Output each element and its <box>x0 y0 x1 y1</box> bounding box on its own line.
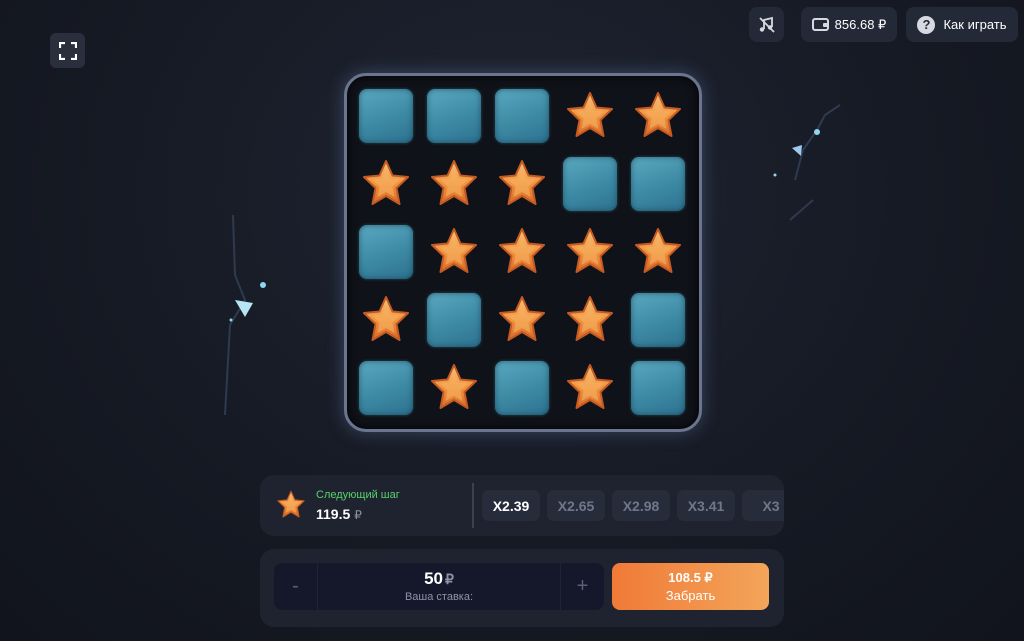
bet-currency: ₽ <box>445 571 454 587</box>
bet-panel: - 50 ₽ Ваша ставка: + 108.5 ₽ Забрать <box>260 549 784 627</box>
bet-input[interactable]: - 50 ₽ Ваша ставка: + <box>274 563 604 610</box>
star-icon <box>567 364 613 409</box>
star-icon <box>567 228 613 273</box>
fullscreen-icon <box>58 41 77 60</box>
cell-star <box>427 361 481 415</box>
how-to-play-label: Как играть <box>943 17 1007 32</box>
cell-closed[interactable] <box>563 157 617 211</box>
cell-star <box>495 293 549 347</box>
cell-star <box>563 89 617 143</box>
cell-star <box>631 89 685 143</box>
question-icon: ? <box>917 15 936 34</box>
star-icon <box>499 160 545 205</box>
next-step-amount: 119.5 <box>316 506 351 522</box>
multiplier-step: X3.41 <box>677 490 735 521</box>
cell-closed[interactable] <box>359 361 413 415</box>
bet-increase-button[interactable]: + <box>560 563 604 610</box>
cell-closed[interactable] <box>631 361 685 415</box>
next-step-value: 119.5 ₽ <box>316 506 362 522</box>
multiplier-step: X3 <box>742 490 784 521</box>
divider <box>472 483 474 528</box>
star-icon <box>277 490 305 518</box>
next-step-currency: ₽ <box>354 508 362 522</box>
star-icon <box>431 160 477 205</box>
balance-display[interactable]: 856.68 ₽ <box>801 7 897 42</box>
cashout-button[interactable]: 108.5 ₽ Забрать <box>612 563 769 610</box>
cell-star <box>631 225 685 279</box>
cell-star <box>495 225 549 279</box>
star-icon <box>635 228 681 273</box>
star-icon <box>431 228 477 273</box>
cell-closed[interactable] <box>495 89 549 143</box>
bet-amount: 50 ₽ <box>274 569 604 589</box>
star-icon <box>499 228 545 273</box>
star-icon <box>363 160 409 205</box>
cell-closed[interactable] <box>631 157 685 211</box>
cashout-label: Забрать <box>665 588 716 603</box>
how-to-play-button[interactable]: ? Как играть <box>906 7 1018 42</box>
cell-star <box>563 225 617 279</box>
multiplier-step: X2.98 <box>612 490 670 521</box>
cell-star <box>359 293 413 347</box>
fullscreen-button[interactable] <box>50 33 85 68</box>
sound-off-icon <box>758 16 775 33</box>
multiplier-step: X2.65 <box>547 490 605 521</box>
multiplier-step: X2.39 <box>482 490 540 521</box>
cell-star <box>495 157 549 211</box>
cell-star <box>563 293 617 347</box>
star-icon <box>567 296 613 341</box>
cell-closed[interactable] <box>359 225 413 279</box>
cell-star <box>427 157 481 211</box>
decor-crystal-left <box>224 215 266 415</box>
cell-closed[interactable] <box>427 293 481 347</box>
bet-amount-value: 50 <box>424 569 443 588</box>
decor-crystal-right <box>773 104 841 221</box>
cell-closed[interactable] <box>427 89 481 143</box>
star-icon <box>567 92 613 137</box>
cell-closed[interactable] <box>495 361 549 415</box>
balance-value: 856.68 ₽ <box>834 16 887 32</box>
star-icon <box>431 364 477 409</box>
wallet-icon <box>811 18 829 31</box>
next-step-label: Следующий шаг <box>316 489 400 501</box>
cashout-amount: 108.5 ₽ <box>668 570 713 585</box>
cell-star <box>563 361 617 415</box>
star-icon <box>499 296 545 341</box>
steps-panel: Следующий шаг 119.5 ₽ X2.39 X2.65 X2.98 X3.4… <box>260 475 784 536</box>
game-board <box>344 73 702 432</box>
bet-label: Ваша ставка: <box>404 591 474 603</box>
cell-star <box>359 157 413 211</box>
star-icon <box>363 296 409 341</box>
cell-star <box>427 225 481 279</box>
star-icon <box>635 92 681 137</box>
cell-closed[interactable] <box>631 293 685 347</box>
sound-toggle-button[interactable] <box>749 7 784 42</box>
cell-closed[interactable] <box>359 89 413 143</box>
